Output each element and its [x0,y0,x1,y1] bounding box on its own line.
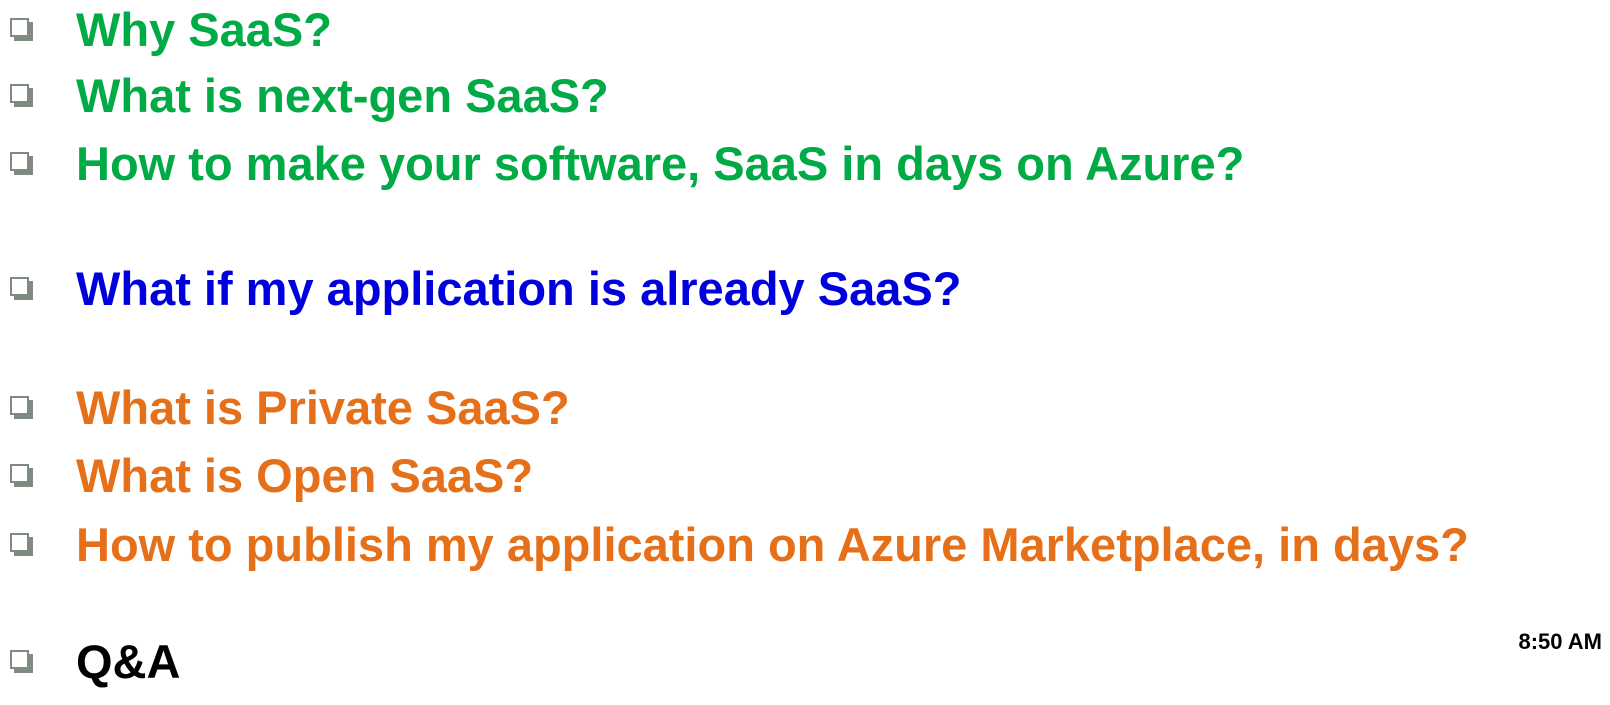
agenda-item-already-saas: What if my application is already SaaS? [10,259,961,319]
checkbox-icon [10,84,34,108]
agenda-item-publish-marketplace: How to publish my application on Azure M… [10,515,1469,575]
checkbox-icon [10,396,34,420]
checkbox-icon [10,277,34,301]
agenda-item-label: How to make your software, SaaS in days … [76,137,1245,190]
checkbox-icon [10,152,34,176]
agenda-item-qa: Q&A [10,632,180,692]
agenda-item-private-saas: What is Private SaaS? [10,378,570,438]
checkbox-icon [10,464,34,488]
clock-time: 8:50 AM [1518,629,1602,654]
agenda-item-next-gen-saas: What is next-gen SaaS? [10,66,609,126]
agenda-item-label: How to publish my application on Azure M… [76,518,1469,571]
agenda-item-label: Q&A [76,635,181,688]
agenda-item-make-saas: How to make your software, SaaS in days … [10,134,1244,194]
agenda-item-label: Why SaaS? [76,3,332,56]
agenda-item-open-saas: What is Open SaaS? [10,446,533,506]
checkbox-icon [10,650,34,674]
checkbox-icon [10,18,34,42]
agenda-item-label: What is next-gen SaaS? [76,69,609,122]
agenda-item-label: What if my application is already SaaS? [76,262,962,315]
agenda-item-label: What is Private SaaS? [76,381,570,434]
agenda-item-label: What is Open SaaS? [76,449,534,502]
agenda-item-why-saas: Why SaaS? [10,0,332,60]
checkbox-icon [10,533,34,557]
